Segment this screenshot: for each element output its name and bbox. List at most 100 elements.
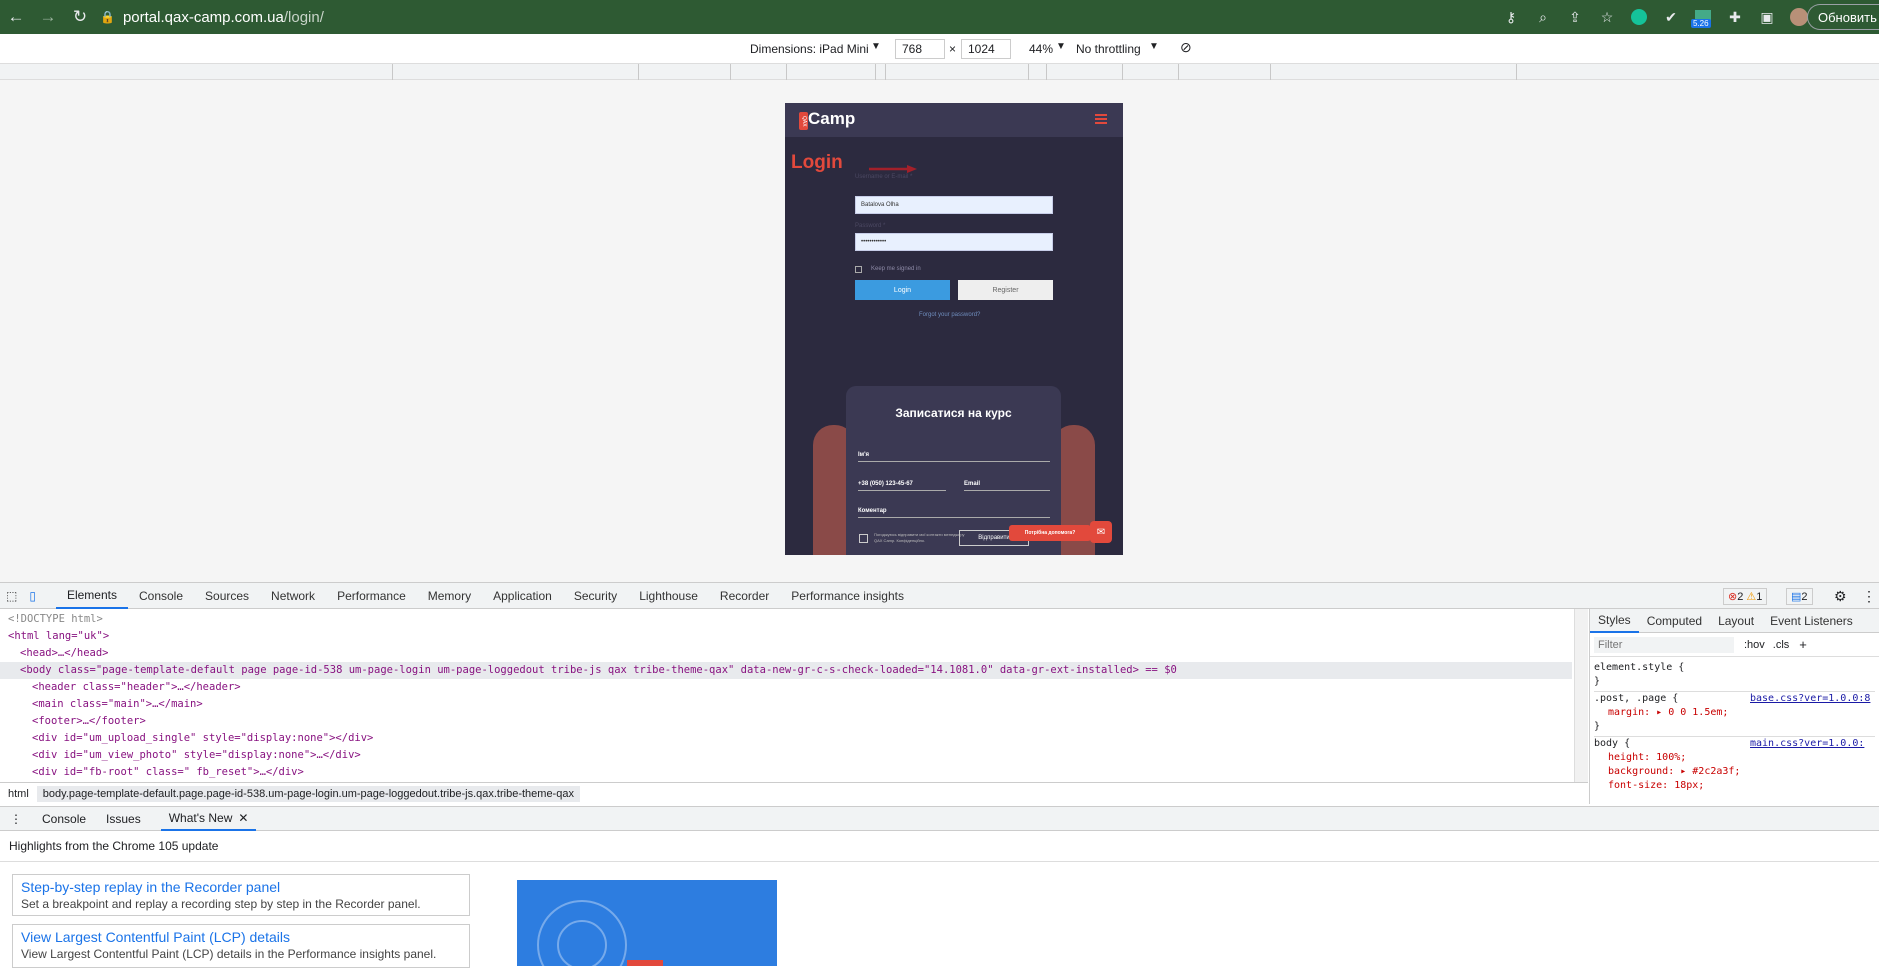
help-bubble[interactable]: Потрібна допомога? [1009,525,1091,541]
rotate-icon[interactable]: ⊘ [1180,39,1192,56]
password-input[interactable]: •••••••••••• [855,233,1053,251]
grammarly-icon[interactable] [1629,7,1649,27]
zoom-select[interactable]: 44% [1029,42,1053,56]
dom-node[interactable]: <footer>…</footer> [32,713,146,730]
avatar[interactable] [1789,7,1809,27]
breadcrumb-html[interactable]: html [0,788,37,800]
menu-icon[interactable] [1095,114,1107,124]
rule-body-selector[interactable]: body { [1594,738,1630,749]
cls-toggle[interactable]: .cls [1773,639,1790,651]
password-label: Password * [855,223,886,229]
phone-field[interactable]: +38 (050) 123-45-67 [858,481,946,491]
email-field[interactable]: Email [964,481,1050,491]
checklist-icon[interactable]: ✔ [1661,7,1681,27]
rule-post-prop[interactable]: margin: ▸ 0 0 1.5em; [1594,706,1875,720]
height-input[interactable]: 1024 [961,39,1011,59]
whats-new-card[interactable]: Step-by-step replay in the Recorder pane… [12,874,470,916]
close-icon[interactable]: ✕ [238,811,248,825]
rule-post-source[interactable]: base.css?ver=1.0.0:8 [1750,692,1870,706]
error-counter[interactable]: ⊗2 ⚠1 [1723,588,1768,605]
drawer-tab-whats-new[interactable]: What's New ✕ [160,806,257,831]
tab-computed[interactable]: Computed [1639,609,1710,633]
drawer-menu-icon[interactable]: ⋮ [0,812,32,826]
dom-node[interactable]: <div id="fb-root" class=" fb_reset">…</d… [32,764,304,781]
drawer-tab-whats-new-label: What's New [168,810,233,825]
tab-recorder[interactable]: Recorder [709,582,780,609]
device-toggle-icon[interactable]: ▯ [23,582,42,609]
dom-node[interactable]: <html lang="uk"> [8,628,109,645]
rule-body-font-size[interactable]: font-size: 18px; [1594,779,1875,793]
tab-lighthouse[interactable]: Lighthouse [628,582,709,609]
tab-elements[interactable]: Elements [55,582,128,609]
keep-signed-label: Keep me signed in [871,266,921,272]
tab-memory[interactable]: Memory [417,582,482,609]
name-field[interactable]: Ім'я [858,452,1050,462]
tab-layout[interactable]: Layout [1710,609,1762,633]
tab-application[interactable]: Application [482,582,563,609]
chevron-down-icon: ▼ [1056,41,1066,52]
tab-sources[interactable]: Sources [194,582,260,609]
username-input[interactable]: Batalova Olha [855,196,1053,214]
tab-performance[interactable]: Performance [326,582,417,609]
card-title[interactable]: View Largest Contentful Paint (LCP) deta… [21,929,461,945]
dom-node[interactable]: <!DOCTYPE html> [8,611,103,628]
inspect-icon[interactable]: ⬚ [0,582,23,609]
agree-checkbox[interactable] [859,534,868,543]
puzzle-icon[interactable]: ✚ [1725,7,1745,27]
more-icon[interactable]: ⋮ [1862,588,1876,605]
rule-body-background[interactable]: background: ▸ #2c2a3f; [1594,765,1875,779]
dom-node[interactable]: <head>…</head> [20,645,109,662]
scrollbar[interactable] [1574,609,1588,782]
forward-icon[interactable]: → [34,3,62,31]
tab-performance-insights[interactable]: Performance insights [780,582,915,609]
dom-node[interactable]: <div id="um_upload_single" style="displa… [32,730,373,747]
rule-body-height[interactable]: height: 100%; [1594,751,1875,765]
tab-styles[interactable]: Styles [1590,609,1639,633]
login-button[interactable]: Login [855,280,950,300]
keep-signed-checkbox[interactable] [855,266,862,273]
breadcrumb-body[interactable]: body.page-template-default.page.page-id-… [36,785,580,802]
forgot-password-link[interactable]: Forgot your password? [919,312,980,318]
hov-toggle[interactable]: :hov [1744,639,1765,651]
dom-node[interactable]: <div id="um_view_photo" style="display:n… [32,747,361,764]
rule-body-source[interactable]: main.css?ver=1.0.0: [1750,737,1864,751]
dimensions-select[interactable]: Dimensions: iPad Mini [750,42,869,56]
site-header: QAX Camp [785,103,1123,137]
card-title[interactable]: Step-by-step replay in the Recorder pane… [21,879,461,895]
rule-element-style[interactable]: element.style { [1594,661,1875,675]
register-button[interactable]: Register [958,280,1053,300]
message-counter[interactable]: ▤2 [1786,588,1813,605]
update-button[interactable]: Обновить [1807,4,1879,30]
media-query-ruler[interactable] [0,64,1879,80]
drawer-tab-issues[interactable]: Issues [96,812,151,826]
key-icon[interactable]: ⚷ [1501,7,1521,27]
tab-console[interactable]: Console [128,582,194,609]
share-icon[interactable]: ⇪ [1565,7,1585,27]
whats-new-card[interactable]: View Largest Contentful Paint (LCP) deta… [12,924,470,968]
zoom-icon[interactable]: ⌕ [1533,7,1553,27]
rule-post-selector[interactable]: .post, .page { [1594,693,1678,704]
add-rule-icon[interactable]: + [1799,637,1807,652]
extension-badge-icon[interactable]: 5.26 [1691,7,1713,28]
tab-event-listeners[interactable]: Event Listeners [1762,609,1861,633]
star-icon[interactable]: ☆ [1597,7,1617,27]
width-input[interactable]: 768 [895,39,945,59]
dom-node[interactable]: <main class="main">…</main> [32,696,203,713]
tab-network[interactable]: Network [260,582,326,609]
comment-field[interactable]: Коментар [858,508,1050,518]
toolbar-icons: ⚷ ⌕ ⇪ ☆ ✔ 5.26 ✚ ▣ [1501,7,1809,28]
tab-security[interactable]: Security [563,582,628,609]
gear-icon[interactable]: ⚙ [1834,588,1847,605]
address-bar[interactable]: 🔒 portal.qax-camp.com.ua /login/ [100,4,1460,30]
chat-icon[interactable]: ✉ [1090,521,1112,543]
styles-filter-input[interactable] [1594,636,1734,653]
sidepanel-icon[interactable]: ▣ [1757,7,1777,27]
url-path: /login/ [283,8,324,26]
throttling-select[interactable]: No throttling [1076,42,1141,56]
logo-text[interactable]: Camp [808,109,855,129]
drawer-tab-console[interactable]: Console [32,812,96,826]
back-icon[interactable]: ← [2,3,30,31]
dom-node-selected[interactable]: <body class="page-template-default page … [0,662,1572,679]
reload-icon[interactable]: ↻ [66,3,94,31]
dom-node[interactable]: <header class="header">…</header> [32,679,241,696]
